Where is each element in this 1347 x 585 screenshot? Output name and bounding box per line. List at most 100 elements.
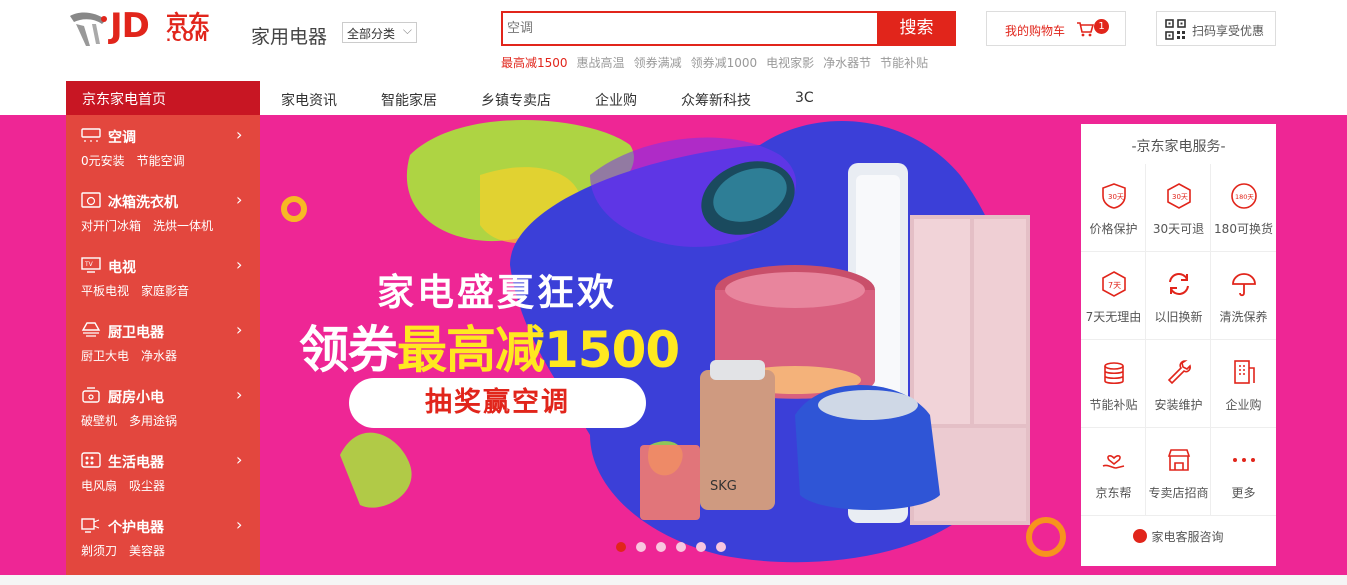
service-price-protect[interactable]: 30天 价格保护 (1081, 164, 1146, 252)
service-store-recruit[interactable]: 专卖店招商 (1146, 428, 1211, 516)
category-sub-link[interactable]: 厨卫大电 (81, 349, 129, 363)
category-sub-link[interactable]: 洗烘一体机 (153, 219, 213, 233)
qr-label: 扫码享受优惠 (1192, 24, 1265, 38)
category-sub-link[interactable]: 节能空调 (137, 154, 185, 168)
service-enterprise[interactable]: 企业购 (1211, 340, 1276, 428)
category-subs: 0元安装 节能空调 (81, 152, 197, 169)
qr-code-icon (1165, 19, 1186, 40)
service-30-return[interactable]: 30天 30天可退 (1146, 164, 1211, 252)
category-sub-link[interactable]: 净水器 (141, 349, 177, 363)
category-sub-link[interactable]: 剃须刀 (81, 544, 117, 558)
service-panel: -京东家电服务- 30天 价格保护 30天 30天可退 180天 180可换货 … (1081, 124, 1276, 566)
headline-yellow-text: 最高减1500 (397, 321, 680, 379)
jd-logo[interactable]: JD 京东 .COM (66, 2, 236, 50)
svg-text:SKG: SKG (710, 479, 737, 494)
category-item-fridge-washer[interactable]: 冰箱洗衣机 › 对开门冰箱 洗烘一体机 (66, 180, 260, 245)
category-sub-link[interactable]: 多用途锅 (129, 414, 177, 428)
slide-dot[interactable] (716, 542, 726, 552)
category-item-kitchen-bath[interactable]: 厨卫电器 › 厨卫大电 净水器 (66, 310, 260, 375)
chevron-right-icon: › (236, 125, 243, 144)
category-item-life[interactable]: 生活电器 › 电风扇 吸尘器 (66, 440, 260, 505)
service-jd-help[interactable]: 京东帮 (1081, 428, 1146, 516)
slide-dot[interactable] (636, 542, 646, 552)
hot-keyword[interactable]: 领券满减 (634, 56, 682, 70)
nav-item-enterprise[interactable]: 企业购 (595, 90, 637, 110)
banner-cta-button[interactable]: 抽奖赢空调 (349, 378, 646, 428)
service-cleaning[interactable]: 清洗保养 (1211, 252, 1276, 340)
service-label: 专卖店招商 (1148, 486, 1209, 500)
customer-service-link[interactable]: 家电客服咨询 (1081, 528, 1276, 545)
category-subs: 剃须刀 美容器 (81, 542, 177, 559)
nav-item-news[interactable]: 家电资讯 (281, 90, 337, 110)
service-label: 清洗保养 (1219, 310, 1268, 324)
category-item-tv[interactable]: TV 电视 › 平板电视 家庭影音 (66, 245, 260, 310)
hot-keyword[interactable]: 电视家影 (766, 56, 814, 70)
category-sub-link[interactable]: 吸尘器 (129, 479, 165, 493)
category-title: 个护电器 (108, 520, 164, 536)
hot-keyword[interactable]: 节能补贴 (880, 56, 928, 70)
category-sub-link[interactable]: 电风扇 (81, 479, 117, 493)
jd-logo-text: JD (110, 6, 150, 46)
hot-keywords: 最高减1500 惠战高温 领券满减 领券减1000 电视家影 净水器节 节能补贴 (501, 54, 937, 71)
category-subs: 平板电视 家庭影音 (81, 282, 201, 299)
hot-keyword[interactable]: 领券减1000 (691, 56, 758, 70)
hot-keyword[interactable]: 净水器节 (823, 56, 871, 70)
service-energy-subsidy[interactable]: 节能补贴 (1081, 340, 1146, 428)
slide-dot[interactable] (676, 542, 686, 552)
hot-keyword[interactable]: 惠战高温 (577, 56, 625, 70)
washer-icon (81, 192, 101, 208)
building-icon (1234, 360, 1255, 384)
my-cart-button[interactable]: 我的购物车 1 (986, 11, 1126, 46)
service-label: 180可换货 (1214, 222, 1273, 236)
category-sub-link[interactable]: 破壁机 (81, 414, 117, 428)
refresh-icon (1169, 273, 1189, 295)
service-7-days[interactable]: 7天 7天无理由 (1081, 252, 1146, 340)
slide-dot[interactable] (616, 542, 626, 552)
search-button[interactable]: 搜索 (877, 11, 956, 46)
wrench-icon (1167, 360, 1191, 385)
chevron-down-icon: ⌵ (402, 23, 412, 37)
service-install[interactable]: 安装维护 (1146, 340, 1211, 428)
category-subs: 破壁机 多用途锅 (81, 412, 189, 429)
category-item-personal-care[interactable]: 个护电器 › 剃须刀 美容器 (66, 505, 260, 570)
category-sub-link[interactable]: 平板电视 (81, 284, 129, 298)
nav-home-tab[interactable]: 京东家电首页 (66, 81, 260, 115)
category-sub-link[interactable]: 0元安装 (81, 154, 125, 168)
slide-dot[interactable] (696, 542, 706, 552)
category-sidebar: 空调 › 0元安装 节能空调 冰箱洗衣机 › 对开门冰箱 洗烘一体机 TV 电视 ›… (66, 115, 260, 575)
nav-item-3c[interactable]: 3C (795, 90, 814, 106)
30-days-return-icon: 30天 (1167, 183, 1191, 209)
category-sub-link[interactable]: 美容器 (129, 544, 165, 558)
category-sub-link[interactable]: 家庭影音 (141, 284, 189, 298)
category-item-small-kitchen[interactable]: 厨房小电 › 破壁机 多用途锅 (66, 375, 260, 440)
service-label: 更多 (1231, 486, 1256, 500)
service-180-exchange[interactable]: 180天 180可换货 (1211, 164, 1276, 252)
category-title: 生活电器 (108, 455, 164, 471)
consult-label: 家电客服咨询 (1151, 530, 1224, 544)
coin-stack-icon (1104, 362, 1124, 385)
nav-item-town-store[interactable]: 乡镇专卖店 (481, 90, 551, 110)
hot-keyword[interactable]: 最高减1500 (501, 56, 568, 70)
qr-scan-button[interactable]: 扫码享受优惠 (1156, 11, 1276, 46)
service-more[interactable]: 更多 (1211, 428, 1276, 516)
search-input[interactable] (503, 13, 877, 44)
svg-text:180天: 180天 (1235, 193, 1254, 201)
service-trade-in[interactable]: 以旧换新 (1146, 252, 1211, 340)
service-label: 安装维护 (1154, 398, 1203, 412)
header: JD 京东 .COM 家用电器 全部分类 ⌵ 搜索 最高减1500 惠战高温领券满… (0, 0, 1347, 81)
nav-item-smart-home[interactable]: 智能家居 (381, 90, 437, 110)
category-item-ac[interactable]: 空调 › 0元安装 节能空调 (66, 115, 260, 180)
all-categories-dropdown[interactable]: 全部分类 ⌵ (342, 22, 417, 43)
slide-dot[interactable] (656, 542, 666, 552)
cooker-icon (82, 387, 100, 403)
category-title: 厨房小电 (108, 390, 164, 406)
more-dots-icon (1233, 458, 1255, 462)
category-sub-link[interactable]: 对开门冰箱 (81, 219, 141, 233)
nav-item-crowdfunding[interactable]: 众筹新科技 (681, 90, 751, 110)
svg-text:TV: TV (84, 261, 94, 268)
promo-banner[interactable]: SKG 家电盛夏狂欢 领券最高减1500 抽奖赢空调 (260, 115, 1081, 575)
service-label: 企业购 (1225, 398, 1262, 412)
service-label: 30天可退 (1152, 222, 1205, 236)
category-subs: 对开门冰箱 洗烘一体机 (81, 217, 225, 234)
service-label: 以旧换新 (1154, 310, 1203, 324)
